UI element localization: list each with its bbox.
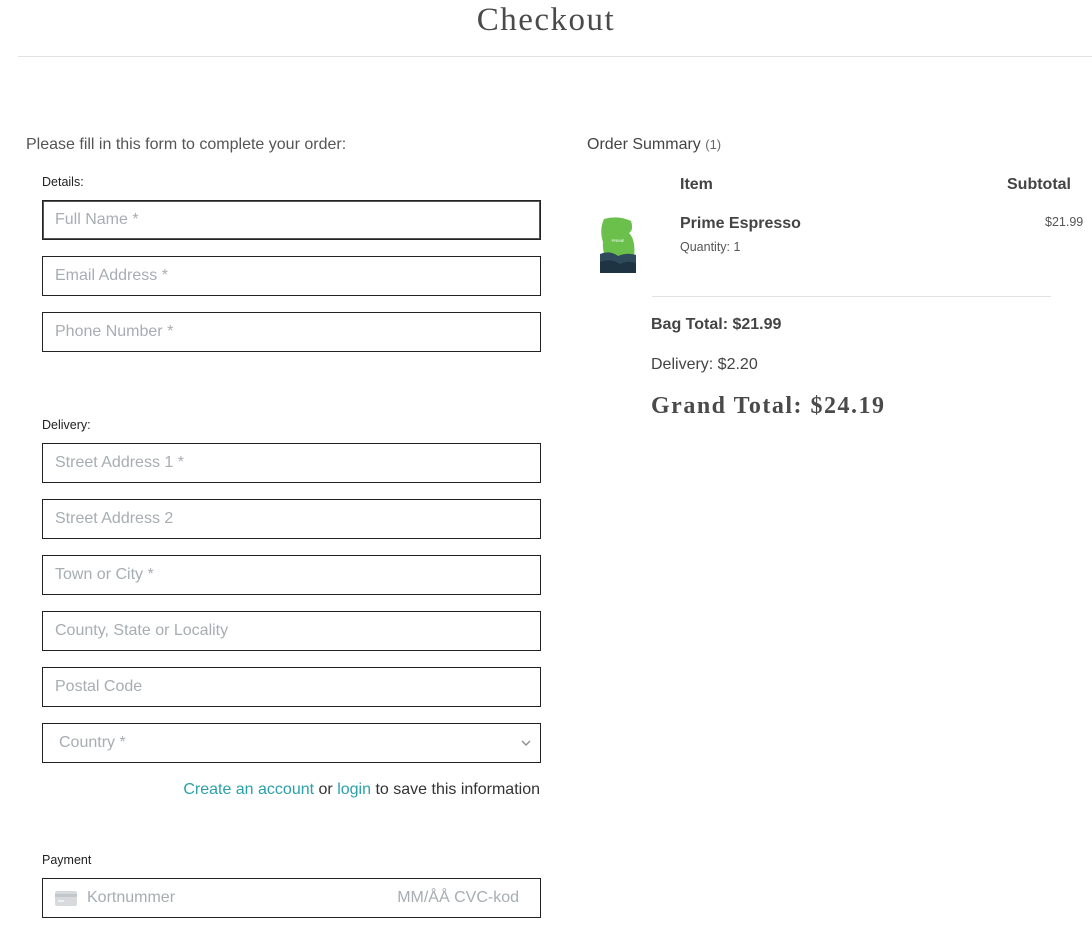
page-title: Checkout	[476, 2, 616, 38]
street-address-1-input[interactable]	[42, 443, 541, 483]
town-city-input[interactable]	[42, 555, 541, 595]
email-input[interactable]	[42, 256, 541, 296]
credit-card-icon	[55, 890, 77, 906]
product-name: Prime Espresso	[680, 215, 801, 232]
card-number-placeholder: Kortnummer	[87, 889, 176, 906]
details-label: Details:	[42, 175, 84, 189]
bag-total: Bag Total: $21.99	[651, 316, 782, 333]
street-address-2-input[interactable]	[42, 499, 541, 539]
title-divider	[18, 56, 1092, 57]
payment-label: Payment	[42, 853, 92, 867]
postal-code-input[interactable]	[42, 667, 541, 707]
create-account-link[interactable]: Create an account	[183, 781, 314, 798]
product-quantity: Quantity: 1	[680, 240, 741, 254]
save-info-line: Create an account or login to save this …	[183, 781, 540, 799]
summary-divider	[652, 296, 1051, 297]
delivery-label: Delivery:	[42, 418, 91, 432]
column-header-subtotal: Subtotal	[1007, 176, 1071, 193]
form-intro: Please fill in this form to complete you…	[26, 136, 347, 153]
product-image-label: PRIME	[612, 238, 625, 243]
save-info-suffix: to save this information	[375, 781, 540, 798]
order-summary-heading: Order Summary	[587, 136, 701, 153]
chevron-down-icon	[521, 740, 531, 746]
delivery-cost: Delivery: $2.20	[651, 356, 758, 373]
product-subtotal: $21.99	[1045, 215, 1084, 229]
login-link[interactable]: login	[337, 781, 371, 798]
full-name-input[interactable]	[42, 200, 541, 240]
column-header-item: Item	[680, 176, 713, 193]
country-select[interactable]: Country *	[42, 723, 541, 763]
phone-input[interactable]	[42, 312, 541, 352]
county-input[interactable]	[42, 611, 541, 651]
product-image: PRIME	[600, 216, 636, 273]
expiry-cvc-placeholder: MM/ÅÅ CVC-kod	[397, 889, 519, 906]
card-element[interactable]: Kortnummer MM/ÅÅ CVC-kod	[42, 878, 541, 918]
order-summary-count: (1)	[705, 137, 722, 152]
save-info-or: or	[318, 781, 333, 798]
country-select-value: Country *	[59, 734, 126, 751]
grand-total: Grand Total: $24.19	[651, 393, 886, 419]
order-summary-title: Order Summary (1)	[587, 136, 721, 154]
